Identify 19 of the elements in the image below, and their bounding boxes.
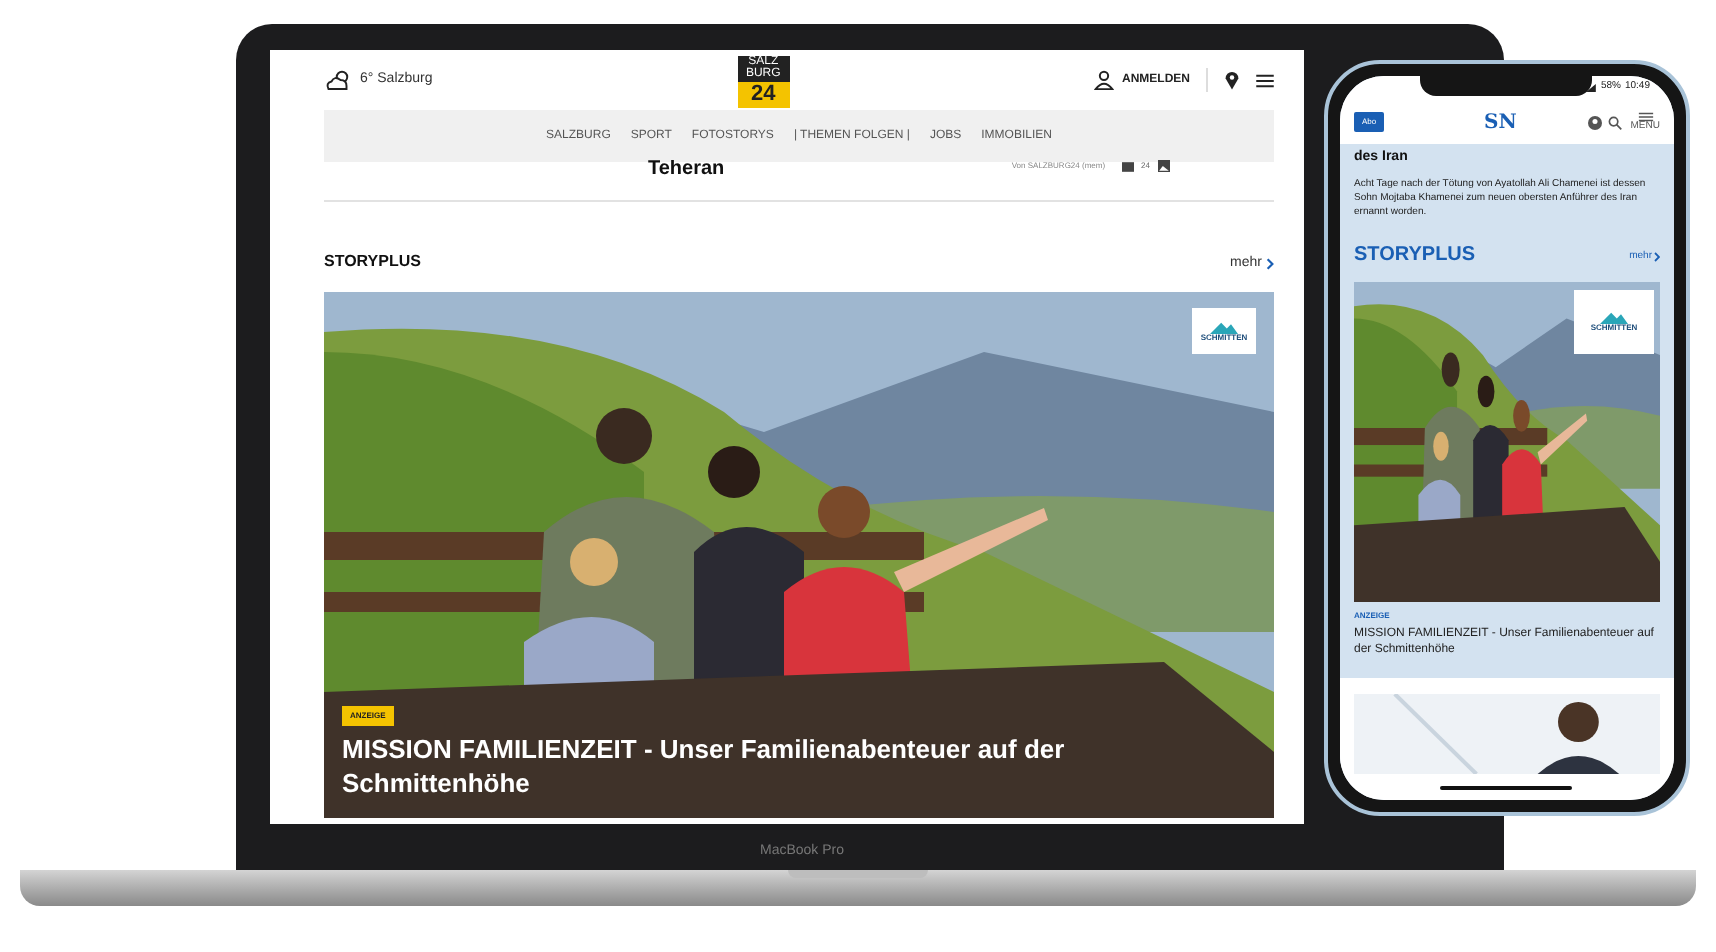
article-title[interactable]: Teheran <box>648 160 725 178</box>
search-icon[interactable] <box>1608 115 1623 129</box>
section-heading: STORYPLUS <box>1354 241 1476 269</box>
signal-icon <box>1586 84 1597 92</box>
menu-icon[interactable] <box>1637 112 1654 122</box>
mountain-icon <box>1600 310 1628 324</box>
section-heading: STORYPLUS <box>324 250 421 274</box>
weather-icon <box>324 68 354 92</box>
user-icon[interactable] <box>1588 115 1603 129</box>
story-title[interactable]: MISSION FAMILIENZEIT - Unser Familienabenteuer auf der Schmittenhöhe <box>342 732 1194 800</box>
gallery-icon <box>1158 160 1170 172</box>
user-icon[interactable] <box>1093 70 1114 90</box>
chevron-right-icon <box>1654 252 1660 263</box>
comment-icon <box>1121 161 1134 171</box>
chevron-right-icon <box>1266 257 1274 270</box>
menu-icon[interactable] <box>1255 73 1274 87</box>
location-pin-icon[interactable] <box>1223 70 1240 90</box>
mountain-icon <box>1210 320 1238 334</box>
site-logo[interactable]: SN <box>1484 107 1517 137</box>
